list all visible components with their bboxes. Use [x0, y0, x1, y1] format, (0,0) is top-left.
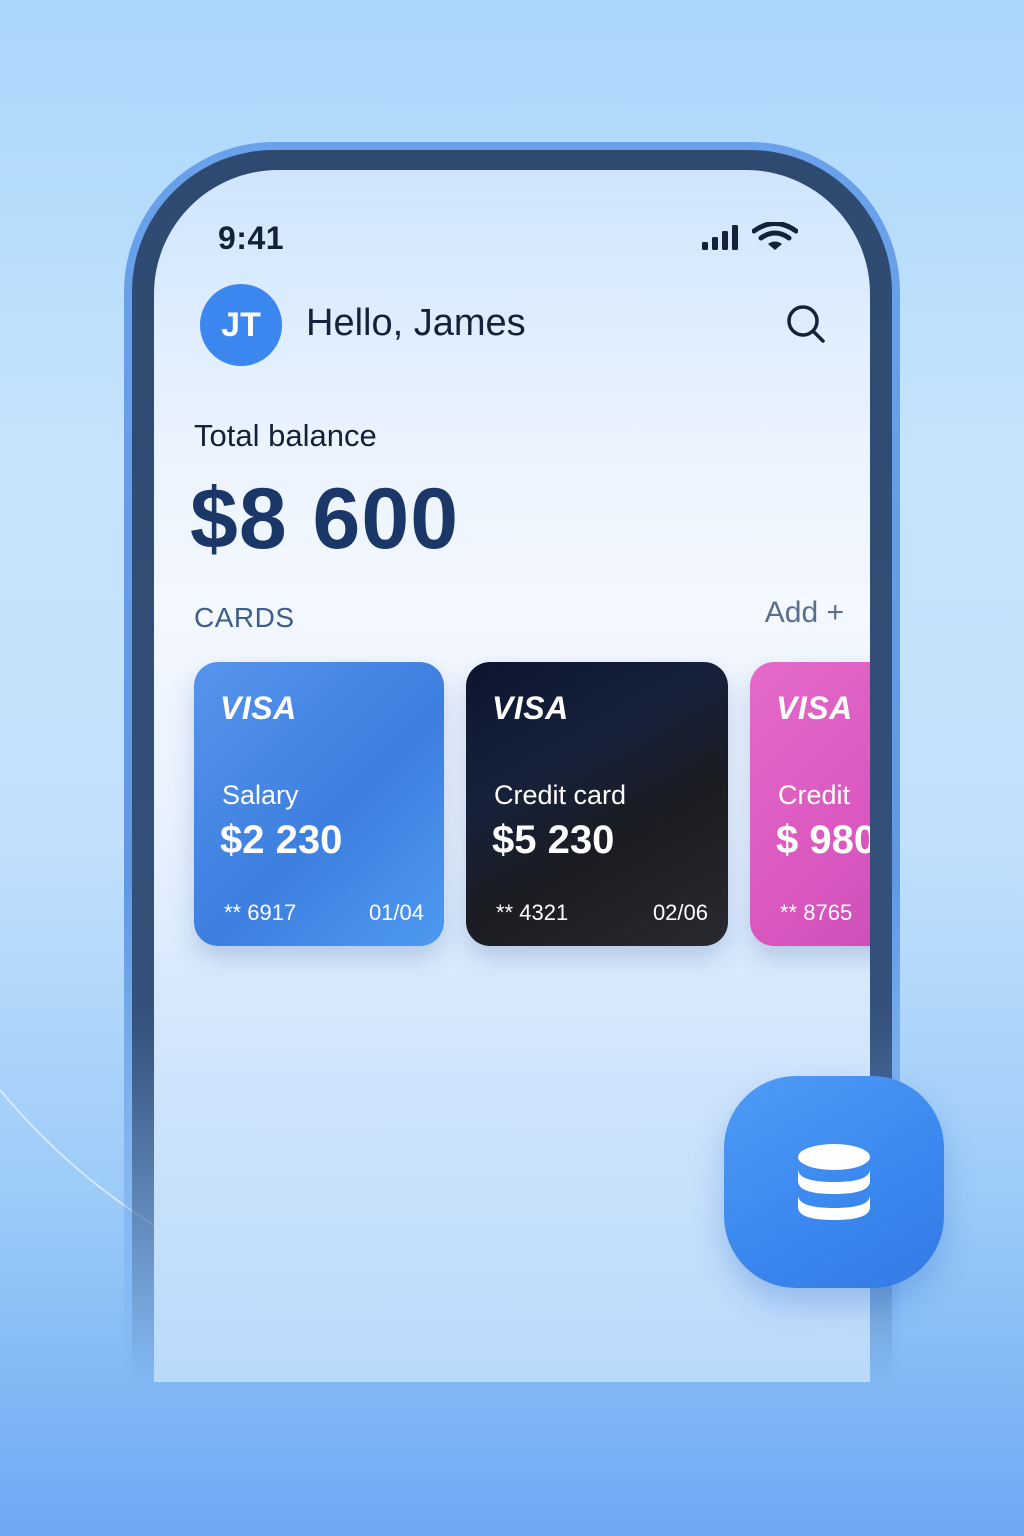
search-icon[interactable] — [784, 302, 828, 346]
card-amount: $2 230 — [220, 818, 343, 862]
visa-logo: VISA — [776, 690, 853, 726]
card-expiry: 02/06 — [652, 900, 708, 925]
card-name: Salary — [222, 780, 299, 810]
visa-logo: VISA — [220, 690, 297, 726]
database-app-button[interactable] — [724, 1076, 944, 1288]
card-credit-card[interactable]: VISA Credit card $5 230 ** 4321 02/06 — [466, 662, 728, 946]
balance-label: Total balance — [194, 418, 377, 453]
card-amount: $ 980 — [776, 818, 870, 862]
card-name: Credit — [778, 780, 851, 810]
avatar[interactable]: JT — [200, 284, 282, 366]
balance-value: $8 600 — [190, 471, 460, 567]
card-name: Credit card — [494, 780, 627, 810]
database-icon — [798, 1144, 870, 1220]
card-number: ** 4321 — [496, 900, 569, 925]
add-card-button[interactable]: Add + — [765, 596, 844, 630]
status-icons — [702, 222, 798, 250]
card-amount: $5 230 — [492, 818, 615, 862]
cards-section-label: CARDS — [194, 602, 295, 633]
card-credit[interactable]: VISA Credit $ 980 ** 8765 — [750, 662, 870, 946]
card-salary[interactable]: VISA Salary $2 230 ** 6917 01/04 — [194, 662, 444, 946]
visa-logo: VISA — [492, 690, 569, 726]
card-number: ** 8765 — [780, 900, 853, 925]
wifi-icon — [752, 222, 798, 250]
signal-icon — [702, 224, 738, 250]
card-number: ** 6917 — [224, 900, 297, 925]
greeting-text: Hello, James — [306, 302, 526, 344]
status-time: 9:41 — [218, 220, 285, 256]
card-expiry: 01/04 — [368, 900, 424, 925]
